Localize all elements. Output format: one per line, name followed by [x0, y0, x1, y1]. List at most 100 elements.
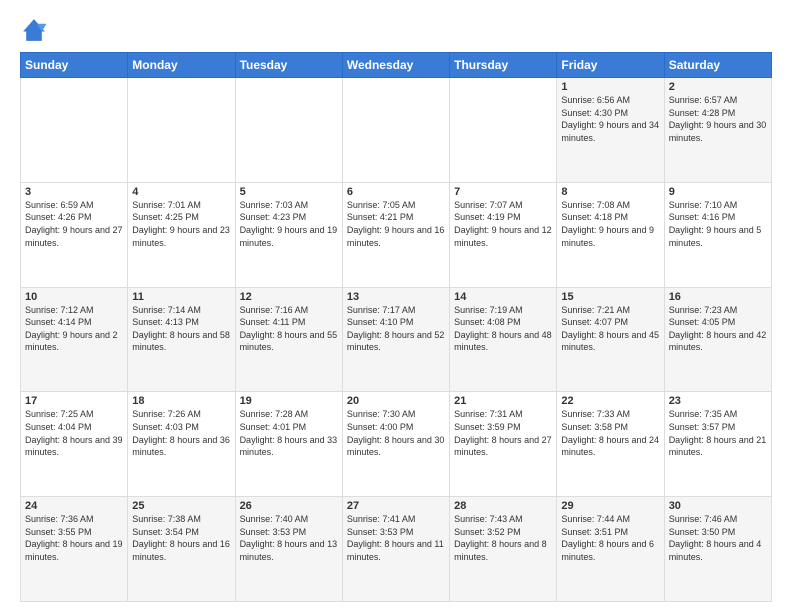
calendar-cell: 6Sunrise: 7:05 AM Sunset: 4:21 PM Daylig…: [342, 182, 449, 287]
day-info: Sunrise: 7:43 AM Sunset: 3:52 PM Dayligh…: [454, 513, 552, 563]
day-number: 5: [240, 186, 338, 198]
day-info: Sunrise: 7:21 AM Sunset: 4:07 PM Dayligh…: [561, 304, 659, 354]
day-info: Sunrise: 7:14 AM Sunset: 4:13 PM Dayligh…: [132, 304, 230, 354]
day-number: 17: [25, 395, 123, 407]
calendar-cell: 26Sunrise: 7:40 AM Sunset: 3:53 PM Dayli…: [235, 497, 342, 602]
day-number: 22: [561, 395, 659, 407]
calendar-header-monday: Monday: [128, 53, 235, 78]
calendar-header-saturday: Saturday: [664, 53, 771, 78]
day-number: 8: [561, 186, 659, 198]
calendar-cell: 4Sunrise: 7:01 AM Sunset: 4:25 PM Daylig…: [128, 182, 235, 287]
calendar-cell: [450, 78, 557, 183]
day-info: Sunrise: 7:16 AM Sunset: 4:11 PM Dayligh…: [240, 304, 338, 354]
calendar-cell: 22Sunrise: 7:33 AM Sunset: 3:58 PM Dayli…: [557, 392, 664, 497]
day-info: Sunrise: 7:08 AM Sunset: 4:18 PM Dayligh…: [561, 199, 659, 249]
day-number: 10: [25, 291, 123, 303]
calendar-cell: 29Sunrise: 7:44 AM Sunset: 3:51 PM Dayli…: [557, 497, 664, 602]
day-number: 28: [454, 500, 552, 512]
day-number: 23: [669, 395, 767, 407]
day-number: 14: [454, 291, 552, 303]
calendar-header-tuesday: Tuesday: [235, 53, 342, 78]
logo: [20, 16, 52, 44]
day-number: 12: [240, 291, 338, 303]
header: [20, 16, 772, 44]
day-number: 6: [347, 186, 445, 198]
day-info: Sunrise: 7:03 AM Sunset: 4:23 PM Dayligh…: [240, 199, 338, 249]
day-number: 27: [347, 500, 445, 512]
calendar-cell: [128, 78, 235, 183]
calendar-cell: 5Sunrise: 7:03 AM Sunset: 4:23 PM Daylig…: [235, 182, 342, 287]
calendar-cell: [342, 78, 449, 183]
day-number: 30: [669, 500, 767, 512]
calendar-cell: 20Sunrise: 7:30 AM Sunset: 4:00 PM Dayli…: [342, 392, 449, 497]
calendar-header-row: SundayMondayTuesdayWednesdayThursdayFrid…: [21, 53, 772, 78]
day-info: Sunrise: 7:35 AM Sunset: 3:57 PM Dayligh…: [669, 408, 767, 458]
calendar-cell: 3Sunrise: 6:59 AM Sunset: 4:26 PM Daylig…: [21, 182, 128, 287]
day-info: Sunrise: 7:36 AM Sunset: 3:55 PM Dayligh…: [25, 513, 123, 563]
calendar-cell: 28Sunrise: 7:43 AM Sunset: 3:52 PM Dayli…: [450, 497, 557, 602]
day-info: Sunrise: 6:56 AM Sunset: 4:30 PM Dayligh…: [561, 94, 659, 144]
day-info: Sunrise: 7:41 AM Sunset: 3:53 PM Dayligh…: [347, 513, 445, 563]
day-number: 29: [561, 500, 659, 512]
calendar-cell: 11Sunrise: 7:14 AM Sunset: 4:13 PM Dayli…: [128, 287, 235, 392]
day-number: 19: [240, 395, 338, 407]
page: SundayMondayTuesdayWednesdayThursdayFrid…: [0, 0, 792, 612]
day-number: 25: [132, 500, 230, 512]
calendar-header-sunday: Sunday: [21, 53, 128, 78]
calendar-cell: 17Sunrise: 7:25 AM Sunset: 4:04 PM Dayli…: [21, 392, 128, 497]
calendar-cell: 18Sunrise: 7:26 AM Sunset: 4:03 PM Dayli…: [128, 392, 235, 497]
calendar-week-4: 17Sunrise: 7:25 AM Sunset: 4:04 PM Dayli…: [21, 392, 772, 497]
calendar-cell: 2Sunrise: 6:57 AM Sunset: 4:28 PM Daylig…: [664, 78, 771, 183]
day-number: 11: [132, 291, 230, 303]
day-number: 9: [669, 186, 767, 198]
calendar-cell: [21, 78, 128, 183]
day-number: 15: [561, 291, 659, 303]
day-info: Sunrise: 7:30 AM Sunset: 4:00 PM Dayligh…: [347, 408, 445, 458]
calendar-cell: 23Sunrise: 7:35 AM Sunset: 3:57 PM Dayli…: [664, 392, 771, 497]
calendar-cell: 21Sunrise: 7:31 AM Sunset: 3:59 PM Dayli…: [450, 392, 557, 497]
day-info: Sunrise: 7:23 AM Sunset: 4:05 PM Dayligh…: [669, 304, 767, 354]
calendar-cell: 12Sunrise: 7:16 AM Sunset: 4:11 PM Dayli…: [235, 287, 342, 392]
day-number: 4: [132, 186, 230, 198]
day-info: Sunrise: 7:01 AM Sunset: 4:25 PM Dayligh…: [132, 199, 230, 249]
calendar-cell: 27Sunrise: 7:41 AM Sunset: 3:53 PM Dayli…: [342, 497, 449, 602]
day-info: Sunrise: 7:28 AM Sunset: 4:01 PM Dayligh…: [240, 408, 338, 458]
day-info: Sunrise: 7:26 AM Sunset: 4:03 PM Dayligh…: [132, 408, 230, 458]
day-number: 26: [240, 500, 338, 512]
calendar-cell: 9Sunrise: 7:10 AM Sunset: 4:16 PM Daylig…: [664, 182, 771, 287]
day-info: Sunrise: 7:10 AM Sunset: 4:16 PM Dayligh…: [669, 199, 767, 249]
day-number: 24: [25, 500, 123, 512]
calendar-week-2: 3Sunrise: 6:59 AM Sunset: 4:26 PM Daylig…: [21, 182, 772, 287]
day-number: 2: [669, 81, 767, 93]
calendar-header-wednesday: Wednesday: [342, 53, 449, 78]
day-info: Sunrise: 7:05 AM Sunset: 4:21 PM Dayligh…: [347, 199, 445, 249]
calendar-cell: [235, 78, 342, 183]
day-info: Sunrise: 7:25 AM Sunset: 4:04 PM Dayligh…: [25, 408, 123, 458]
calendar-week-5: 24Sunrise: 7:36 AM Sunset: 3:55 PM Dayli…: [21, 497, 772, 602]
calendar-cell: 8Sunrise: 7:08 AM Sunset: 4:18 PM Daylig…: [557, 182, 664, 287]
day-info: Sunrise: 7:12 AM Sunset: 4:14 PM Dayligh…: [25, 304, 123, 354]
calendar-cell: 7Sunrise: 7:07 AM Sunset: 4:19 PM Daylig…: [450, 182, 557, 287]
calendar-cell: 13Sunrise: 7:17 AM Sunset: 4:10 PM Dayli…: [342, 287, 449, 392]
day-number: 7: [454, 186, 552, 198]
day-number: 3: [25, 186, 123, 198]
calendar-cell: 30Sunrise: 7:46 AM Sunset: 3:50 PM Dayli…: [664, 497, 771, 602]
logo-icon: [20, 16, 48, 44]
calendar-cell: 15Sunrise: 7:21 AM Sunset: 4:07 PM Dayli…: [557, 287, 664, 392]
day-number: 20: [347, 395, 445, 407]
calendar-table: SundayMondayTuesdayWednesdayThursdayFrid…: [20, 52, 772, 602]
day-info: Sunrise: 7:38 AM Sunset: 3:54 PM Dayligh…: [132, 513, 230, 563]
day-info: Sunrise: 7:44 AM Sunset: 3:51 PM Dayligh…: [561, 513, 659, 563]
day-info: Sunrise: 7:40 AM Sunset: 3:53 PM Dayligh…: [240, 513, 338, 563]
calendar-header-friday: Friday: [557, 53, 664, 78]
day-number: 18: [132, 395, 230, 407]
calendar-cell: 1Sunrise: 6:56 AM Sunset: 4:30 PM Daylig…: [557, 78, 664, 183]
day-info: Sunrise: 7:31 AM Sunset: 3:59 PM Dayligh…: [454, 408, 552, 458]
day-info: Sunrise: 7:46 AM Sunset: 3:50 PM Dayligh…: [669, 513, 767, 563]
calendar-cell: 16Sunrise: 7:23 AM Sunset: 4:05 PM Dayli…: [664, 287, 771, 392]
day-number: 1: [561, 81, 659, 93]
day-info: Sunrise: 6:59 AM Sunset: 4:26 PM Dayligh…: [25, 199, 123, 249]
calendar-cell: 10Sunrise: 7:12 AM Sunset: 4:14 PM Dayli…: [21, 287, 128, 392]
day-number: 16: [669, 291, 767, 303]
day-number: 21: [454, 395, 552, 407]
